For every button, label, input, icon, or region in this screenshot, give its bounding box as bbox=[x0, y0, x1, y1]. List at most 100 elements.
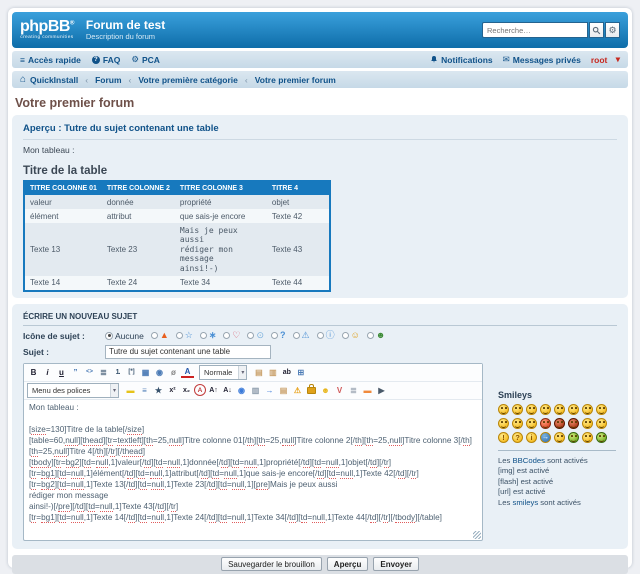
spoiler-icon[interactable]: ☻ bbox=[319, 384, 332, 396]
font-shrink-icon[interactable]: A↓ bbox=[221, 384, 234, 396]
text-case-icon[interactable]: ab bbox=[280, 366, 293, 378]
list-ordered-icon[interactable]: 1. bbox=[111, 366, 124, 378]
chevron-down-icon: ▾ bbox=[110, 384, 118, 397]
font-size-select[interactable]: Normale▾ bbox=[199, 365, 247, 380]
underline-icon[interactable]: u bbox=[55, 366, 68, 378]
topic-icon-alert[interactable]: ⚠ bbox=[293, 331, 310, 340]
notifications-link[interactable]: Notifications bbox=[430, 55, 492, 65]
video-icon[interactable]: V bbox=[333, 384, 346, 396]
topic-icon-smile[interactable]: ☺ bbox=[342, 331, 360, 340]
smilies-link[interactable]: smileys bbox=[513, 498, 539, 507]
smiley-question-icon[interactable]: ? bbox=[512, 432, 523, 443]
search-settings-button[interactable]: ⚙ bbox=[605, 22, 620, 38]
search-box: ⚙ bbox=[482, 22, 620, 38]
breadcrumb-link-forum-index[interactable]: Forum bbox=[95, 75, 121, 85]
list-item-icon[interactable]: [*] bbox=[125, 366, 138, 378]
breadcrumb-link-board[interactable]: QuickInstall bbox=[30, 75, 78, 85]
table-icon[interactable]: ⊞ bbox=[294, 366, 307, 378]
smiley-lol-icon[interactable] bbox=[540, 404, 551, 415]
smiley-arrow-icon[interactable]: → bbox=[540, 432, 551, 443]
unlink-icon[interactable]: ø bbox=[167, 366, 180, 378]
remove-format-icon[interactable]: A bbox=[194, 384, 206, 396]
topic-icon-question[interactable]: ? bbox=[271, 331, 286, 340]
italic-icon[interactable]: i bbox=[41, 366, 54, 378]
note-icon[interactable]: ≣ bbox=[347, 384, 360, 396]
user-menu[interactable]: root ▾ bbox=[591, 54, 620, 65]
scroll-icon[interactable]: → bbox=[263, 384, 276, 396]
smiley-mad-icon[interactable] bbox=[540, 418, 551, 429]
smiley-biggrin-icon[interactable] bbox=[498, 404, 509, 415]
preview-button[interactable]: Aperçu bbox=[327, 557, 369, 571]
link-icon[interactable]: ◉ bbox=[153, 366, 166, 378]
star-bbcode-icon[interactable]: ★ bbox=[152, 384, 165, 396]
subject-input[interactable] bbox=[105, 345, 271, 359]
table-header-row: TITRE COLONNE 01 TITRE COLONNE 2 TITRE C… bbox=[24, 181, 330, 195]
search-button[interactable] bbox=[589, 22, 604, 38]
table-header-cell: TITRE COLONNE 2 bbox=[102, 181, 175, 195]
smiley-surprised-icon[interactable] bbox=[554, 404, 565, 415]
smiley-smile-icon[interactable] bbox=[512, 404, 523, 415]
highlight-icon[interactable]: ▬ bbox=[124, 384, 137, 396]
topic-icon-info[interactable]: ⓘ bbox=[317, 331, 335, 340]
smiley-cry-icon[interactable] bbox=[526, 418, 537, 429]
smiley-evil-icon[interactable] bbox=[554, 418, 565, 429]
code-icon[interactable]: <> bbox=[83, 366, 96, 378]
smiley-cool-icon[interactable] bbox=[596, 404, 607, 415]
page-title[interactable]: Votre premier forum bbox=[15, 96, 625, 110]
glow-icon[interactable]: ◉ bbox=[235, 384, 248, 396]
lock-icon[interactable] bbox=[305, 384, 318, 396]
bbcode-link[interactable]: BBCodes bbox=[513, 456, 545, 465]
faq-link[interactable]: ?FAQ bbox=[92, 55, 120, 65]
private-messages-link[interactable]: ✉Messages privés bbox=[503, 54, 581, 65]
warning-icon[interactable]: ⚠ bbox=[291, 384, 304, 396]
quote-icon[interactable]: ” bbox=[69, 366, 82, 378]
topic-icon-cool[interactable]: ☻ bbox=[367, 331, 385, 340]
list-bullet-icon[interactable]: ≣ bbox=[97, 366, 110, 378]
paste-icon[interactable]: ▥ bbox=[266, 366, 279, 378]
submit-button[interactable]: Envoyer bbox=[373, 557, 419, 571]
fade-icon[interactable]: ▥ bbox=[249, 384, 262, 396]
topic-icon-none[interactable]: Aucune bbox=[105, 331, 144, 341]
image-icon[interactable]: ▦ bbox=[139, 366, 152, 378]
smiley-wink-icon[interactable] bbox=[526, 404, 537, 415]
search-input[interactable] bbox=[482, 22, 588, 38]
smiley-exclaim-icon[interactable]: ! bbox=[498, 432, 509, 443]
site-name[interactable]: Forum de test bbox=[86, 19, 165, 32]
subscript-icon[interactable]: x₂ bbox=[180, 384, 193, 396]
smiley-rolleyes-icon[interactable] bbox=[582, 418, 593, 429]
quick-links-menu[interactable]: ≡Accès rapide bbox=[20, 55, 81, 65]
phpbb-logo[interactable]: phpBB® creating communities bbox=[20, 19, 74, 41]
smiley-mrgreen-icon[interactable] bbox=[568, 432, 579, 443]
superscript-icon[interactable]: x² bbox=[166, 384, 179, 396]
smiley-oops-icon[interactable] bbox=[512, 418, 523, 429]
font-family-select[interactable]: Menu des polices▾ bbox=[27, 383, 119, 398]
message-textarea[interactable]: Mon tableau : [size=130]Titre de la tabl… bbox=[24, 400, 482, 540]
breadcrumb-link-forum[interactable]: Votre premier forum bbox=[255, 75, 336, 85]
smiley-idea-icon[interactable]: i bbox=[526, 432, 537, 443]
smiley-sad-icon[interactable] bbox=[554, 432, 565, 443]
font-grow-icon[interactable]: A↑ bbox=[207, 384, 220, 396]
justify-icon[interactable]: ≡ bbox=[138, 384, 151, 396]
smiley-eek-icon[interactable] bbox=[568, 404, 579, 415]
bbcode-status: Les BBCodes sont activés [img] est activ… bbox=[498, 456, 616, 509]
topic-icon-heart[interactable]: ♡ bbox=[223, 331, 240, 340]
smiley-neutral-icon[interactable] bbox=[596, 418, 607, 429]
save-draft-button[interactable]: Sauvegarder le brouillon bbox=[221, 557, 322, 571]
copy-icon[interactable]: ▤ bbox=[252, 366, 265, 378]
breadcrumb-link-category[interactable]: Votre première catégorie bbox=[138, 75, 238, 85]
smiley-twisted-icon[interactable] bbox=[568, 418, 579, 429]
acp-link[interactable]: ⚙PCA bbox=[131, 54, 160, 65]
topic-icon-fire[interactable]: ▲ bbox=[151, 331, 169, 340]
smiley-razz-icon[interactable] bbox=[498, 418, 509, 429]
gradient-icon[interactable]: ▤ bbox=[277, 384, 290, 396]
topic-icon-star[interactable]: ☆ bbox=[176, 331, 193, 340]
smiley-geek-icon[interactable] bbox=[582, 432, 593, 443]
smiley-ugeek-icon[interactable] bbox=[596, 432, 607, 443]
slideshow-icon[interactable]: ▬ bbox=[361, 384, 374, 396]
smiley-confused-icon[interactable] bbox=[582, 404, 593, 415]
font-color-icon[interactable]: A bbox=[181, 366, 194, 378]
bold-icon[interactable]: B bbox=[27, 366, 40, 378]
play-icon[interactable]: ▶ bbox=[375, 384, 388, 396]
topic-icon-asterisk[interactable]: ∗ bbox=[200, 331, 217, 340]
topic-icon-speech[interactable]: ⊙ bbox=[247, 331, 264, 340]
